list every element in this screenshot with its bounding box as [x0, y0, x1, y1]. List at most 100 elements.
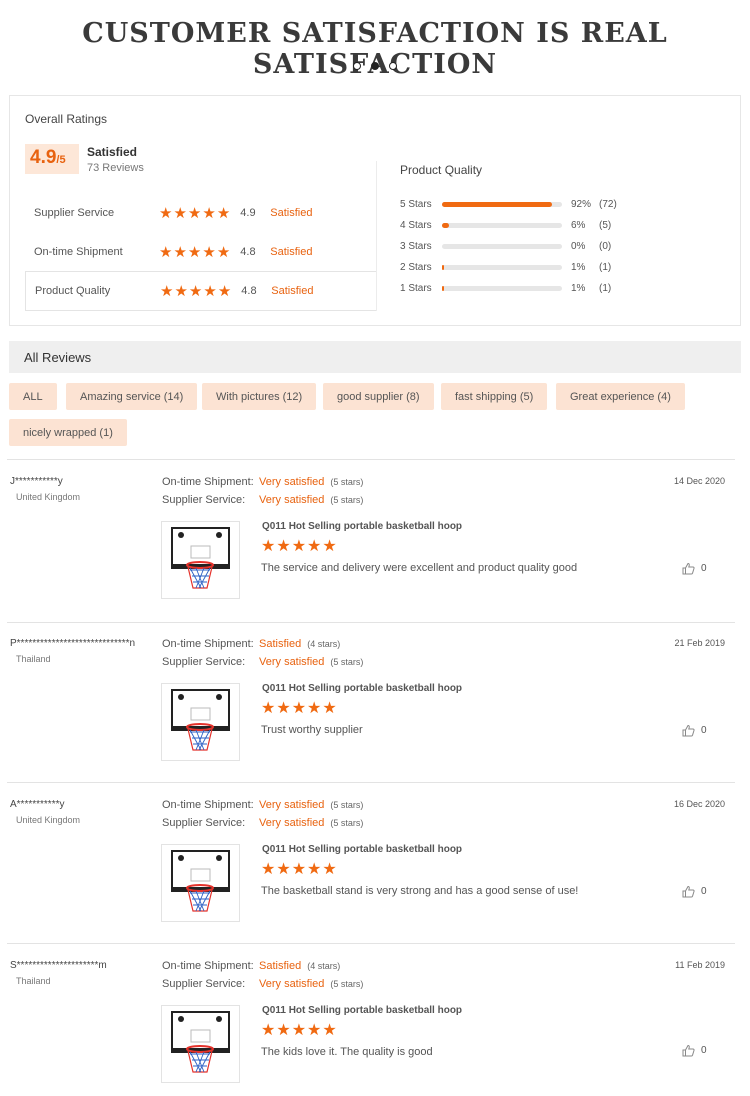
- like-button[interactable]: 0: [682, 1044, 707, 1057]
- star-icon: ★: [322, 700, 337, 717]
- product-stars: ★ ★ ★ ★ ★: [261, 539, 337, 555]
- distribution-count: (5): [599, 219, 612, 231]
- star-icon: ★: [187, 243, 202, 261]
- divider: [7, 782, 735, 783]
- star-icon: ★: [160, 282, 174, 300]
- distribution-percent: 6%: [571, 219, 586, 231]
- distribution-row: 1 Stars 1% (1): [400, 280, 611, 296]
- thumbs-up-icon: [682, 724, 695, 737]
- shipment-rating: On-time Shipment: Very satisfied (5 star…: [162, 476, 363, 488]
- product-stars: ★ ★ ★ ★ ★: [261, 1023, 337, 1039]
- tag-amazing-service[interactable]: Amazing service (14): [66, 383, 198, 410]
- like-button[interactable]: 0: [682, 885, 707, 898]
- shipment-value: Satisfied: [259, 638, 302, 650]
- reviewer-country: Thailand: [16, 654, 51, 664]
- service-label: Supplier Service:: [162, 817, 246, 829]
- shipment-label: On-time Shipment:: [162, 638, 254, 650]
- metric-name: On-time Shipment: [34, 246, 123, 258]
- distribution-bar-fill: [442, 201, 553, 207]
- metric-stars: ★ ★ ★ ★ ★: [160, 284, 231, 299]
- distribution-count: (72): [599, 198, 617, 210]
- star-icon: ★: [202, 204, 216, 222]
- distribution-bar: [442, 222, 562, 228]
- overall-score-badge: 4.9/5: [25, 144, 79, 174]
- banner-title: CUSTOMER SATISFACTION IS REAL SATISFACTI…: [82, 18, 668, 80]
- review-item: S*********************m Thailand On-time…: [0, 960, 750, 1096]
- carousel-dot-2[interactable]: [371, 62, 379, 70]
- distribution-percent: 0%: [571, 240, 586, 252]
- like-button[interactable]: 0: [682, 562, 707, 575]
- product-thumbnail[interactable]: [161, 1005, 240, 1083]
- service-stars: (5 stars): [330, 657, 364, 667]
- distribution-bar-fill: [442, 285, 445, 291]
- shipment-stars: (4 stars): [307, 639, 341, 649]
- product-name[interactable]: Q011 Hot Selling portable basketball hoo…: [262, 683, 462, 694]
- basketball-hoop-icon: [171, 1011, 230, 1073]
- service-stars: (5 stars): [330, 495, 364, 505]
- reviewer-country: Thailand: [16, 976, 51, 986]
- distribution-bar: [442, 201, 562, 207]
- basketball-hoop-icon: [171, 689, 230, 751]
- all-reviews-header: All Reviews: [9, 341, 741, 373]
- overall-review-count: 73 Reviews: [87, 162, 144, 174]
- service-value: Very satisfied: [259, 656, 325, 668]
- distribution-bar-fill: [442, 264, 445, 270]
- carousel-dot-3[interactable]: [389, 62, 397, 70]
- metric-stars: ★ ★ ★ ★ ★: [159, 206, 230, 221]
- tag-with-pictures[interactable]: With pictures (12): [202, 383, 317, 410]
- shipment-value: Very satisfied: [259, 476, 325, 488]
- overall-label: Satisfied: [87, 145, 138, 159]
- tag-good-supplier[interactable]: good supplier (8): [323, 383, 434, 410]
- tag-great-experience[interactable]: Great experience (4): [556, 383, 685, 410]
- distribution-percent: 1%: [571, 261, 586, 273]
- shipment-stars: (5 stars): [330, 800, 364, 810]
- star-icon: ★: [307, 1022, 322, 1039]
- distribution-percent: 1%: [571, 282, 586, 294]
- star-icon: ★: [291, 861, 307, 878]
- shipment-rating: On-time Shipment: Satisfied (4 stars): [162, 638, 340, 650]
- tag-fast-shipping[interactable]: fast shipping (5): [441, 383, 548, 410]
- star-icon: ★: [307, 861, 322, 878]
- product-name[interactable]: Q011 Hot Selling portable basketball hoo…: [262, 521, 462, 532]
- review-text: The basketball stand is very strong and …: [261, 885, 579, 897]
- overall-score-denominator: /5: [56, 154, 66, 166]
- service-stars: (5 stars): [330, 818, 364, 828]
- distribution-count: (1): [599, 282, 612, 294]
- star-icon: ★: [276, 861, 291, 878]
- shipment-rating: On-time Shipment: Very satisfied (5 star…: [162, 799, 363, 811]
- tag-nicely-wrapped[interactable]: nicely wrapped (1): [9, 419, 127, 446]
- product-quality-title: Product Quality: [400, 163, 483, 177]
- review-text: Trust worthy supplier: [261, 724, 363, 736]
- service-label: Supplier Service:: [162, 978, 246, 990]
- star-icon: ★: [159, 204, 173, 222]
- distribution-label: 1 Stars: [400, 282, 432, 294]
- review-text: The service and delivery were excellent …: [261, 562, 578, 574]
- like-button[interactable]: 0: [682, 724, 707, 737]
- product-thumbnail[interactable]: [161, 521, 240, 599]
- carousel-dot-1[interactable]: [353, 62, 361, 70]
- star-icon: ★: [276, 1022, 291, 1039]
- service-stars: (5 stars): [330, 979, 364, 989]
- overall-ratings-panel: Overall Ratings 4.9/5 Satisfied 73 Revie…: [9, 95, 741, 326]
- tag-all[interactable]: ALL: [9, 383, 57, 410]
- divider: [7, 622, 735, 623]
- star-icon: ★: [261, 861, 276, 878]
- service-value: Very satisfied: [259, 978, 325, 990]
- divider: [7, 943, 735, 944]
- thumbs-up-icon: [682, 562, 695, 575]
- metric-score: 4.9: [240, 207, 256, 219]
- basketball-hoop-icon: [171, 527, 230, 589]
- distribution-row: 4 Stars 6% (5): [400, 217, 611, 233]
- review-date: 14 Dec 2020: [673, 476, 725, 486]
- product-thumbnail[interactable]: [161, 683, 240, 761]
- metric-status: Satisfied: [270, 207, 313, 219]
- thumbs-up-icon: [682, 885, 695, 898]
- product-name[interactable]: Q011 Hot Selling portable basketball hoo…: [262, 844, 462, 855]
- overall-ratings-title: Overall Ratings: [25, 112, 108, 126]
- metric-score: 4.8: [241, 285, 257, 297]
- distribution-label: 3 Stars: [400, 240, 432, 252]
- product-name[interactable]: Q011 Hot Selling portable basketball hoo…: [262, 1005, 462, 1016]
- shipment-value: Satisfied: [259, 960, 302, 972]
- product-thumbnail[interactable]: [161, 844, 240, 922]
- metric-product-quality[interactable]: Product Quality ★ ★ ★ ★ ★ 4.8 Satisfied: [25, 271, 377, 311]
